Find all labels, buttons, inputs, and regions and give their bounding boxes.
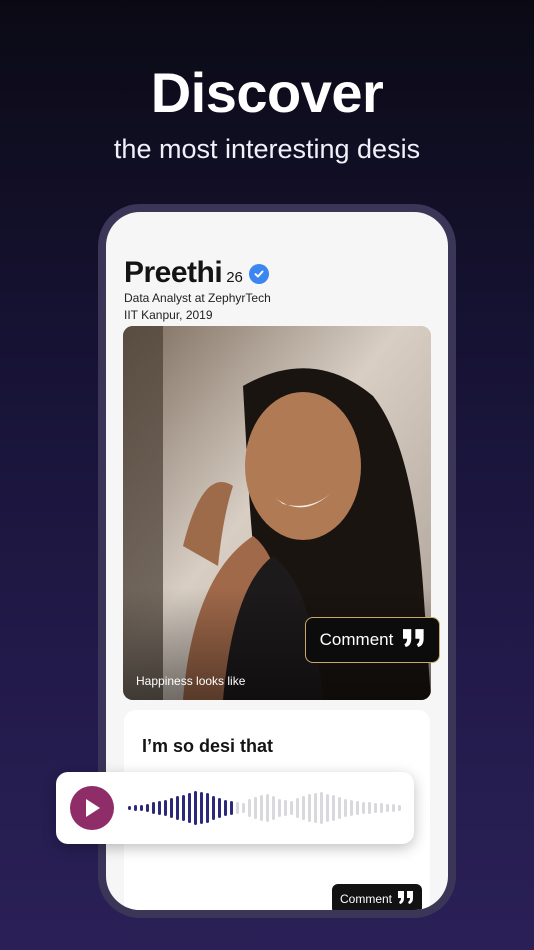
waveform-bar bbox=[194, 791, 197, 825]
verified-icon bbox=[248, 264, 269, 284]
audio-waveform[interactable] bbox=[128, 772, 404, 844]
waveform-bar bbox=[356, 801, 359, 815]
subheadline: the most interesting desis bbox=[113, 134, 421, 164]
waveform-bar bbox=[350, 800, 353, 816]
waveform-bar bbox=[152, 802, 155, 814]
profile-school: IIT Kanpur, 2019 bbox=[124, 308, 213, 322]
waveform-bar bbox=[224, 800, 227, 816]
profile-age: 26 bbox=[226, 269, 243, 286]
prompt-comment-label: Comment bbox=[339, 892, 392, 906]
waveform-bar bbox=[344, 799, 347, 817]
waveform-bar bbox=[254, 797, 257, 819]
waveform-bar bbox=[272, 796, 275, 820]
waveform-bar bbox=[134, 805, 137, 811]
headline: Discover bbox=[150, 61, 384, 124]
waveform-bar bbox=[338, 797, 341, 819]
waveform-bar bbox=[230, 801, 233, 815]
waveform-bar bbox=[320, 792, 323, 824]
waveform-bar bbox=[218, 798, 221, 818]
waveform-bar bbox=[146, 804, 149, 812]
waveform-bar bbox=[284, 800, 287, 816]
waveform-bar bbox=[266, 794, 269, 822]
waveform-bar bbox=[176, 796, 179, 820]
waveform-bar bbox=[314, 793, 317, 823]
waveform-bar bbox=[158, 801, 161, 815]
waveform-bar bbox=[236, 802, 239, 814]
photo-comment-button[interactable]: Comment bbox=[305, 617, 440, 663]
waveform-bar bbox=[128, 806, 131, 810]
waveform-bar bbox=[242, 803, 245, 813]
waveform-bar bbox=[182, 795, 185, 821]
quote-icon bbox=[398, 891, 414, 907]
waveform-bar bbox=[170, 798, 173, 818]
waveform-bar bbox=[278, 799, 281, 817]
waveform-bar bbox=[212, 796, 215, 820]
waveform-bar bbox=[374, 803, 377, 813]
profile-name: Preethi bbox=[124, 256, 223, 289]
waveform-bar bbox=[398, 805, 401, 811]
waveform-bar bbox=[296, 798, 299, 818]
waveform-bar bbox=[188, 793, 191, 823]
waveform-bar bbox=[164, 800, 167, 816]
waveform-bar bbox=[362, 802, 365, 814]
play-button[interactable] bbox=[70, 786, 114, 830]
waveform-bar bbox=[206, 793, 209, 823]
photo-comment-label: Comment bbox=[319, 630, 394, 649]
waveform-bar bbox=[140, 805, 143, 811]
voice-note-player bbox=[56, 772, 414, 844]
quote-icon bbox=[403, 628, 425, 652]
waveform-bar bbox=[248, 799, 251, 817]
photo-caption: Happiness looks like bbox=[136, 674, 246, 688]
waveform-bar bbox=[380, 803, 383, 813]
waveform-bar bbox=[392, 804, 395, 812]
waveform-bar bbox=[326, 794, 329, 822]
prompt-title: I’m so desi that bbox=[142, 736, 274, 756]
waveform-bar bbox=[302, 796, 305, 820]
waveform-bar bbox=[200, 792, 203, 824]
waveform-bar bbox=[308, 794, 311, 822]
waveform-bar bbox=[332, 795, 335, 821]
waveform-bar bbox=[290, 801, 293, 815]
prompt-comment-button[interactable]: Comment bbox=[332, 884, 422, 910]
profile-job: Data Analyst at ZephyrTech bbox=[124, 291, 271, 305]
waveform-bar bbox=[386, 804, 389, 812]
name-row: Preethi 26 bbox=[124, 256, 269, 290]
waveform-bar bbox=[368, 802, 371, 814]
play-icon bbox=[86, 799, 100, 817]
waveform-bar bbox=[260, 795, 263, 821]
